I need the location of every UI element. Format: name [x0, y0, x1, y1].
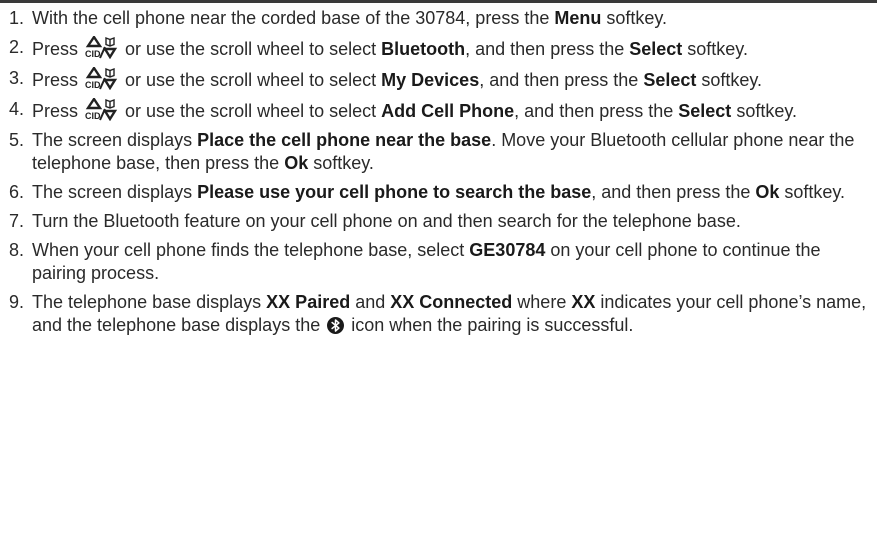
step-text: softkey.	[731, 101, 798, 121]
step-text: The screen displays	[32, 130, 198, 150]
step-text: icon when the pairing is successful.	[346, 315, 634, 335]
step-3: 3. Press CID or use the scroll wheel to …	[9, 67, 869, 92]
add-cell-phone-label: Add Cell Phone	[381, 101, 515, 121]
step-text: Press	[32, 39, 84, 59]
bluetooth-icon	[327, 317, 345, 334]
screen-message: Place the cell phone near the base	[197, 130, 492, 150]
step-text: or use the scroll wheel to select	[120, 70, 382, 90]
select-softkey-label: Select	[629, 39, 683, 59]
cid-up-down-book-icon: CID	[85, 98, 118, 121]
step-2: 2. Press CID or use the scroll wheel to …	[9, 36, 869, 61]
svg-text:CID: CID	[85, 111, 101, 121]
step-1: 1. With the cell phone near the corded b…	[9, 7, 869, 30]
step-number: 3.	[9, 68, 25, 88]
top-rule	[0, 0, 877, 3]
menu-softkey-label: Menu	[554, 8, 602, 28]
step-text: The telephone base displays	[32, 292, 267, 312]
select-softkey-label: Select	[678, 101, 732, 121]
ok-softkey-label: Ok	[755, 182, 780, 202]
step-text: Turn the Bluetooth feature on your cell …	[32, 211, 741, 231]
screen-message: Please use your cell phone to search the…	[197, 182, 592, 202]
step-number: 6.	[9, 182, 25, 202]
step-text: or use the scroll wheel to select	[120, 39, 382, 59]
step-text: softkey.	[779, 182, 846, 202]
xx-label: XX	[571, 292, 596, 312]
step-number: 4.	[9, 99, 25, 119]
connected-message: XX Connected	[390, 292, 513, 312]
cid-up-down-book-icon: CID	[85, 67, 118, 90]
paired-message: XX Paired	[266, 292, 351, 312]
step-number: 1.	[9, 8, 25, 28]
step-number: 2.	[9, 37, 25, 57]
svg-text:CID: CID	[85, 49, 101, 59]
select-softkey-label: Select	[643, 70, 697, 90]
step-text: With the cell phone near the corded base…	[32, 8, 555, 28]
step-text: When your cell phone finds the telephone…	[32, 240, 470, 260]
ok-softkey-label: Ok	[284, 153, 309, 173]
step-text: softkey.	[308, 153, 374, 173]
cid-up-down-book-icon: CID	[85, 36, 118, 59]
step-8: 8. When your cell phone finds the teleph…	[9, 239, 869, 285]
step-9: 9. The telephone base displays XX Paired…	[9, 291, 869, 337]
step-text: softkey.	[682, 39, 748, 59]
step-7: 7. Turn the Bluetooth feature on your ce…	[9, 210, 869, 233]
instruction-list: 1. With the cell phone near the corded b…	[9, 7, 869, 343]
step-text: , and then press the	[514, 101, 679, 121]
step-text: where	[512, 292, 572, 312]
svg-text:CID: CID	[85, 80, 101, 90]
step-text: softkey.	[696, 70, 763, 90]
step-number: 8.	[9, 240, 25, 260]
step-number: 9.	[9, 292, 25, 312]
step-text: , and then press the	[465, 39, 630, 59]
step-5: 5. The screen displays Place the cell ph…	[9, 129, 869, 175]
step-text: Press	[32, 101, 84, 121]
step-text: softkey.	[601, 8, 668, 28]
bluetooth-label: Bluetooth	[381, 39, 466, 59]
step-number: 5.	[9, 130, 25, 150]
my-devices-label: My Devices	[381, 70, 480, 90]
step-text: The screen displays	[32, 182, 198, 202]
device-name-label: GE30784	[469, 240, 546, 260]
step-number: 7.	[9, 211, 25, 231]
step-text: and	[350, 292, 391, 312]
step-text: or use the scroll wheel to select	[120, 101, 382, 121]
step-text: Press	[32, 70, 84, 90]
step-6: 6. The screen displays Please use your c…	[9, 181, 869, 204]
step-text: , and then press the	[591, 182, 756, 202]
step-4: 4. Press CID or use the scroll wheel to …	[9, 98, 869, 123]
step-text: , and then press the	[479, 70, 644, 90]
